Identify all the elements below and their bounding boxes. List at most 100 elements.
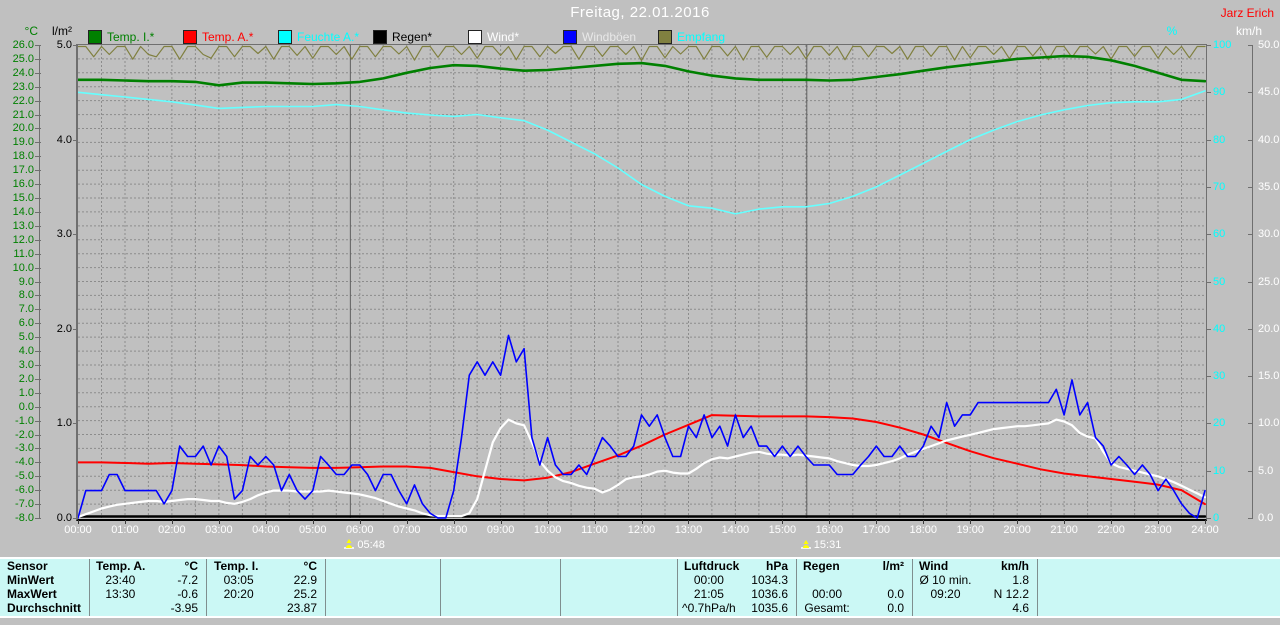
- table-cell: 23.87: [210, 602, 322, 615]
- cell-value: -7.2: [177, 573, 198, 587]
- axis-tick-mark: [35, 170, 41, 172]
- temp-axis-line: [39, 45, 40, 518]
- axis-tick-label: 26.0: [12, 39, 34, 51]
- legend-label: Windböen: [582, 30, 637, 44]
- x-axis-label: 13:00: [674, 524, 703, 536]
- x-axis-label: 16:00: [815, 524, 844, 536]
- axis-tick-label: 19.0: [12, 136, 34, 149]
- wind-axis-line: [1252, 45, 1253, 518]
- axis-tick-mark: [35, 281, 41, 283]
- chart-canvas: [78, 45, 1206, 519]
- axis-tick-label: 30: [1213, 370, 1226, 383]
- axis-tick-mark: [35, 128, 41, 130]
- table-cell: 23:40 -7.2: [92, 574, 203, 587]
- sunrise-icon: [344, 539, 355, 549]
- table-cell: 4.6: [915, 602, 1034, 615]
- table-column-header: Luftdruck hPa: [680, 560, 793, 573]
- axis-tick-label: 45.0: [1258, 86, 1280, 99]
- x-axis-tick: [359, 520, 361, 524]
- table-column-header: Temp. I. °C: [210, 560, 322, 573]
- cell-time: [210, 602, 267, 615]
- x-axis-label: 19:00: [956, 524, 984, 536]
- table-separator: [796, 559, 797, 616]
- column-unit: °C: [303, 559, 317, 573]
- axis-tick-label: 25.0: [12, 52, 34, 65]
- axis-tick-label: 8.0: [18, 289, 34, 302]
- x-axis-tick: [1111, 520, 1113, 524]
- x-axis-tick: [1158, 520, 1160, 524]
- column-unit: l/m²: [882, 559, 904, 573]
- x-axis-tick: [406, 520, 408, 524]
- axis-caption-humidity: %: [1166, 24, 1178, 38]
- axis-tick-label: 9.0: [18, 275, 34, 288]
- axis-tick-label: -4.0: [15, 456, 34, 469]
- table-cell: Ø 10 min. 1.8: [915, 574, 1034, 587]
- axis-tick-label: 20.0: [12, 122, 34, 135]
- axis-tick-label: 50: [1213, 275, 1226, 288]
- axis-tick-label: 100: [1213, 39, 1232, 51]
- x-axis-tick: [688, 520, 690, 524]
- axis-tick-label: -8.0: [15, 512, 34, 524]
- cell-time: 09:20: [930, 587, 961, 601]
- axis-tick-label: 24.0: [12, 66, 34, 79]
- axis-tick-label: 25.0: [1258, 275, 1280, 288]
- table-separator: [1037, 559, 1038, 616]
- axis-tick-mark: [35, 309, 41, 311]
- plot-area: [76, 44, 1207, 521]
- table-cell: ^0.7hPa/h 1035.6: [680, 602, 793, 615]
- cell-time: 13:30: [105, 587, 136, 601]
- axis-tick-mark: [1206, 518, 1211, 519]
- axis-tick-label: 60: [1213, 228, 1226, 241]
- legend-swatch-temp-a-: [183, 30, 197, 44]
- axis-tick-label: 10: [1213, 464, 1226, 477]
- x-axis-label: 09:00: [486, 524, 515, 536]
- x-axis-tick: [547, 520, 549, 524]
- axis-tick-label: 40: [1213, 322, 1226, 335]
- x-axis-label: 11:00: [581, 524, 608, 536]
- axis-tick-label: 1.0: [18, 386, 34, 399]
- axis-tick-mark: [35, 490, 41, 492]
- axis-tick-label: 50.0: [1258, 39, 1280, 51]
- axis-tick-mark: [35, 225, 41, 227]
- axis-tick-label: 15.0: [1258, 370, 1280, 383]
- axis-tick-label: 13.0: [12, 219, 34, 232]
- table-row-label: Sensor: [7, 559, 48, 573]
- x-axis-label: 02:00: [158, 524, 186, 536]
- axis-tick-label: 18.0: [12, 150, 34, 163]
- sunset-marker: 15:31: [800, 539, 841, 551]
- axis-tick-label: 16.0: [12, 178, 34, 191]
- axis-tick-label: 22.0: [12, 94, 34, 107]
- axis-tick-mark: [35, 58, 41, 60]
- axis-tick-label: 20: [1213, 417, 1226, 430]
- cell-time: 00:00: [812, 587, 843, 601]
- axis-tick-label: 90: [1213, 86, 1226, 99]
- cell-value: 0.0: [887, 587, 904, 601]
- cell-time: [915, 602, 976, 615]
- cell-time: [92, 602, 149, 615]
- x-axis-tick: [78, 520, 79, 524]
- axis-tick-label: 2.0: [56, 322, 72, 335]
- legend-swatch-regen-: [373, 30, 387, 44]
- axis-tick-mark: [73, 45, 78, 46]
- legend-swatch-temp-i-: [88, 30, 102, 44]
- author-label: Jarz Erich: [1220, 6, 1274, 20]
- axis-tick-mark: [73, 234, 78, 236]
- axis-tick-mark: [35, 295, 41, 297]
- axis-tick-label: 12.0: [12, 233, 34, 246]
- axis-tick-label: 11.0: [13, 247, 34, 260]
- table-separator: [206, 559, 207, 616]
- x-axis-tick: [970, 520, 972, 524]
- x-axis-tick: [453, 520, 455, 524]
- cell-value: 23.87: [286, 601, 317, 615]
- legend-item: Feuchte A.*: [278, 30, 359, 44]
- axis-tick-label: -3.0: [15, 442, 34, 455]
- axis-tick-mark: [1206, 92, 1211, 94]
- axis-tick-label: 15.0: [12, 192, 34, 205]
- cell-value: 4.6: [1012, 601, 1029, 615]
- column-unit: hPa: [765, 559, 788, 573]
- axis-tick-mark: [35, 364, 41, 366]
- axis-tick-label: 20.0: [1258, 322, 1280, 335]
- x-axis-tick: [124, 520, 126, 524]
- x-axis-tick: [1205, 520, 1206, 524]
- axis-tick-label: 21.0: [12, 108, 34, 121]
